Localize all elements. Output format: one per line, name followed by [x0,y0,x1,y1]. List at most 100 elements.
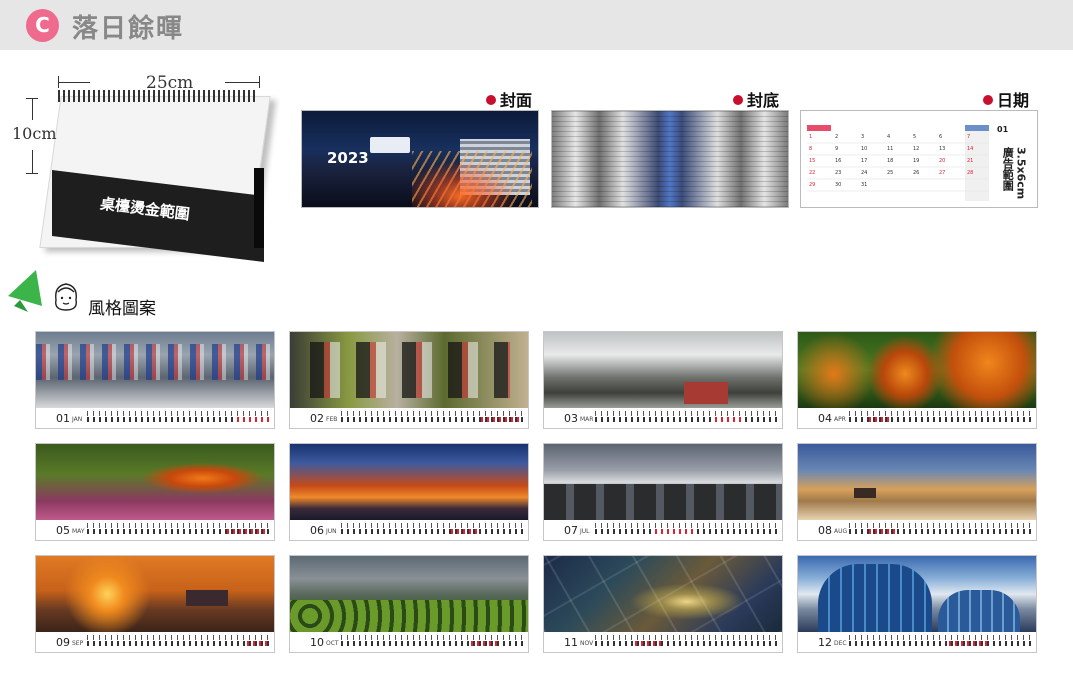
svg-text:29: 29 [809,182,815,188]
month-card-jun: 06 JUN [289,443,529,541]
svg-text:23: 23 [835,170,841,176]
svg-text:9: 9 [835,146,838,152]
month-photo [544,444,782,520]
svg-text:1: 1 [809,134,812,140]
month-photo [36,444,274,520]
month-card-nov: 11 NOV [543,555,783,653]
month-label: 08 AUG [818,524,848,537]
month-label: 07 JUL [564,524,590,537]
section-badge: C [26,9,59,42]
svg-text:12: 12 [913,146,919,152]
month-photo [798,332,1036,408]
svg-text:21: 21 [967,158,973,164]
month-label: 04 APR [818,412,846,425]
svg-text:10: 10 [861,146,867,152]
red-dot-icon [983,95,993,105]
calendar-stand-side [254,168,264,248]
desk-calendar-mockup: 桌檯燙金範圍 25cm 10cm [10,68,280,263]
svg-text:30: 30 [835,182,841,188]
svg-text:19: 19 [913,158,919,164]
month-date-strip [341,411,525,423]
month-photo [36,556,274,632]
month-label: 06 JUN [310,524,337,537]
month-label: 02 FEB [310,412,338,425]
month-card-sep: 09 SEP [35,555,275,653]
month-photo [798,444,1036,520]
style-section-title: 風格圖案 [88,299,156,319]
month-label: 01 JAN [56,412,83,425]
month-date-strip [595,523,779,535]
month-date-strip [595,635,779,647]
ad-area-label: 3.5x6cm廣告範圍 [1001,147,1028,200]
date-first-month: 01 [997,125,1009,134]
date-preview: 1234567 8 9 10 11 12 13 14 15 16 17 18 19 20 21 22 23… [800,110,1038,208]
svg-text:2: 2 [835,134,838,140]
month-date-strip [87,411,271,423]
svg-text:14: 14 [967,146,973,152]
month-date-strip [341,523,525,535]
svg-text:13: 13 [939,146,945,152]
month-photo [544,332,782,408]
svg-text:17: 17 [861,158,867,164]
month-label: 10 OCT [310,636,339,649]
month-photo [36,332,274,408]
svg-text:25: 25 [887,170,893,176]
date-caption: 日期 [983,87,1029,111]
girl-face-icon [55,283,77,311]
header-band: C 落日餘暉 [0,0,1073,50]
month-date-strip [849,635,1033,647]
svg-text:24: 24 [861,170,867,176]
month-date-strip [341,635,525,647]
svg-text:31: 31 [861,182,867,188]
svg-text:28: 28 [967,170,973,176]
month-photo [290,332,528,408]
month-date-strip [849,411,1033,423]
month-card-may: 05 MAY [35,443,275,541]
month-date-strip [595,411,779,423]
cover-year: 2023 [327,149,369,167]
red-dot-icon [733,95,743,105]
svg-text:16: 16 [835,158,841,164]
month-photo [544,556,782,632]
cover-caption: 封面 [486,87,532,111]
month-label: 03 MAR [564,412,594,425]
svg-text:7: 7 [967,134,970,140]
cover-preview: 2023 [301,110,539,208]
svg-text:20: 20 [939,158,945,164]
page-title: 落日餘暉 [72,14,185,44]
back-preview [551,110,789,208]
month-date-strip [87,523,271,535]
month-date-strip [849,523,1033,535]
svg-text:11: 11 [887,146,893,152]
svg-text:18: 18 [887,158,893,164]
height-label: 10cm [12,124,57,143]
svg-text:8: 8 [809,146,812,152]
month-photo [290,556,528,632]
svg-text:6: 6 [939,134,942,140]
green-arrow-icon [8,270,42,312]
month-card-aug: 08 AUG [797,443,1037,541]
month-card-jul: 07 JUL [543,443,783,541]
month-label: 12 DEC [818,636,847,649]
month-card-jan: 01 JAN [35,331,275,429]
svg-text:26: 26 [913,170,919,176]
month-card-dec: 12 DEC [797,555,1037,653]
month-card-oct: 10 OCT [289,555,529,653]
month-label: 05 MAY [56,524,85,537]
svg-text:22: 22 [809,170,815,176]
month-card-feb: 02 FEB [289,331,529,429]
svg-text:5: 5 [913,134,916,140]
width-label: 25cm [146,73,194,93]
month-label: 11 NOV [564,636,594,649]
svg-text:27: 27 [939,170,945,176]
month-label: 09 SEP [56,636,84,649]
month-date-strip [87,635,271,647]
svg-text:3: 3 [861,134,864,140]
svg-text:15: 15 [809,158,815,164]
month-card-apr: 04 APR [797,331,1037,429]
month-photo [290,444,528,520]
month-card-mar: 03 MAR [543,331,783,429]
back-caption: 封底 [733,87,779,111]
svg-text:4: 4 [887,134,890,140]
month-photo [798,556,1036,632]
